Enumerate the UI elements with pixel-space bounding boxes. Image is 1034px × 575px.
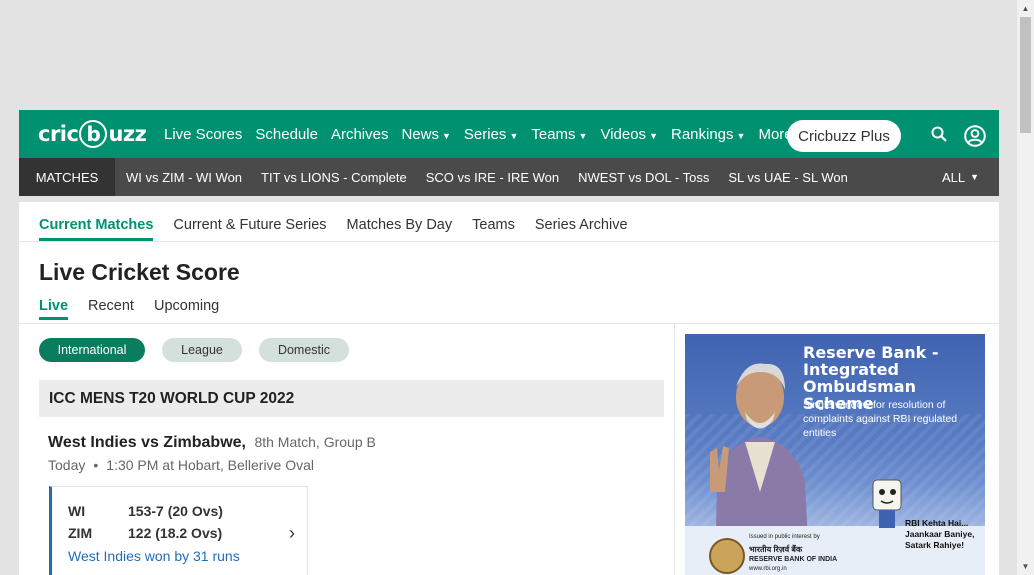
scrollbar-thumb[interactable] [1020,17,1031,133]
filter-international[interactable]: International [39,338,145,362]
ticker-match[interactable]: SCO vs IRE - IRE Won [426,170,559,185]
section-tabs: Current Matches Current & Future Series … [19,202,999,242]
match-info: Today • 1:30 PM at Hobart, Bellerive Oval [48,457,314,473]
ad-mascot-image [872,479,902,528]
divider [674,324,675,575]
nav-series[interactable]: Series ▼ [464,126,518,143]
all-matches-dropdown[interactable]: ALL ▼ [942,158,979,196]
series-header[interactable]: ICC MENS T20 WORLD CUP 2022 [39,380,664,417]
scroll-down-icon[interactable]: ▼ [1017,558,1034,575]
cricbuzz-logo[interactable]: cric b uzz [38,118,147,150]
caret-down-icon: ▼ [578,130,588,141]
tab-matches-by-day[interactable]: Matches By Day [347,217,453,241]
vertical-scrollbar[interactable]: ▲ ▼ [1017,0,1034,575]
score-row: ZIM 122 (18.2 Ovs) [68,525,222,541]
scroll-up-icon[interactable]: ▲ [1017,0,1034,17]
nav-teams[interactable]: Teams ▼ [531,126,587,143]
filter-league[interactable]: League [162,338,242,362]
separator-dot: • [93,457,99,473]
team-score: 122 (18.2 Ovs) [128,525,223,541]
nav-schedule[interactable]: Schedule [255,126,318,143]
ticker-match[interactable]: NWEST vs DOL - Toss [578,170,709,185]
caret-down-icon: ▼ [970,172,980,182]
tab-series-archive[interactable]: Series Archive [535,217,628,241]
caret-down-icon: ▼ [509,130,519,141]
nav-live-scores[interactable]: Live Scores [164,126,242,143]
cricbuzz-plus-button[interactable]: Cricbuzz Plus [787,120,901,152]
ad-issued-text: Issued in public interest by [749,534,820,540]
nav-news[interactable]: News ▼ [401,126,450,143]
top-navigation: cric b uzz Live Scores Schedule Archives N… [19,110,999,158]
score-row: WI 153-7 (20 Ovs) [68,503,223,519]
ticker-match[interactable]: SL vs UAE - SL Won [728,170,847,185]
chevron-right-icon[interactable]: › [289,523,295,544]
tab-current-future-series[interactable]: Current & Future Series [173,217,326,241]
tab-teams[interactable]: Teams [472,217,515,241]
score-card[interactable]: WI 153-7 (20 Ovs) ZIM 122 (18.2 Ovs) Wes… [49,486,308,575]
ad-bank-name: RESERVE BANK OF INDIA [749,556,838,563]
caret-down-icon: ▼ [441,130,451,141]
nav-videos[interactable]: Videos ▼ [600,126,658,143]
match-title[interactable]: West Indies vs Zimbabwe, 8th Match, Grou… [48,434,376,452]
ad-url: www.rbi.org.in [749,566,787,572]
rbi-seal-icon [709,538,745,574]
team-code: WI [68,503,86,519]
match-type-filters: International League Domestic [39,338,366,362]
site-container: cric b uzz Live Scores Schedule Archives N… [19,110,999,575]
ticker-match[interactable]: WI vs ZIM - WI Won [126,170,242,185]
team-score: 153-7 (20 Ovs) [128,503,223,519]
team-code: ZIM [68,525,93,541]
ad-subtitle: Single window for resolution of complain… [803,399,958,439]
all-label: ALL [942,169,966,185]
match-time-venue: 1:30 PM at Hobart, Bellerive Oval [106,457,315,473]
match-result[interactable]: West Indies won by 31 runs [68,548,240,564]
divider [19,323,999,324]
tab-live[interactable]: Live [39,298,69,320]
user-icon[interactable] [964,125,986,147]
match-subtitle: 8th Match, Group B [254,434,376,450]
caret-down-icon: ▼ [649,130,658,141]
search-icon[interactable] [931,126,947,142]
ad-tagline: RBI Kehta Hai... Jaankaar Baniye, Satark… [905,518,975,550]
ticker-match[interactable]: TIT vs LIONS - Complete [261,170,407,185]
live-tabs: Live Recent Upcoming [39,298,239,320]
ad-bank-hindi: भारतीय रिज़र्व बैंक [749,545,803,554]
nav-archives[interactable]: Archives [331,126,389,143]
advertisement[interactable]: Reserve Bank - Integrated Ombudsman Sche… [685,334,985,575]
matches-label: MATCHES [19,158,115,196]
main-content: Current Matches Current & Future Series … [19,202,999,575]
caret-down-icon: ▼ [736,130,746,141]
main-nav-links: Live Scores Schedule Archives News ▼ Seri… [164,110,818,158]
page-title: Live Cricket Score [39,259,240,285]
tab-upcoming[interactable]: Upcoming [154,298,219,320]
match-day: Today [48,457,86,473]
tab-current-matches[interactable]: Current Matches [39,217,154,241]
filter-domestic[interactable]: Domestic [259,338,349,362]
tab-recent[interactable]: Recent [88,298,134,320]
match-teams[interactable]: West Indies vs Zimbabwe, [48,434,246,451]
matches-ticker: MATCHES WI vs ZIM - WI Won TIT vs LIONS … [19,158,999,196]
nav-rankings[interactable]: Rankings ▼ [671,126,745,143]
